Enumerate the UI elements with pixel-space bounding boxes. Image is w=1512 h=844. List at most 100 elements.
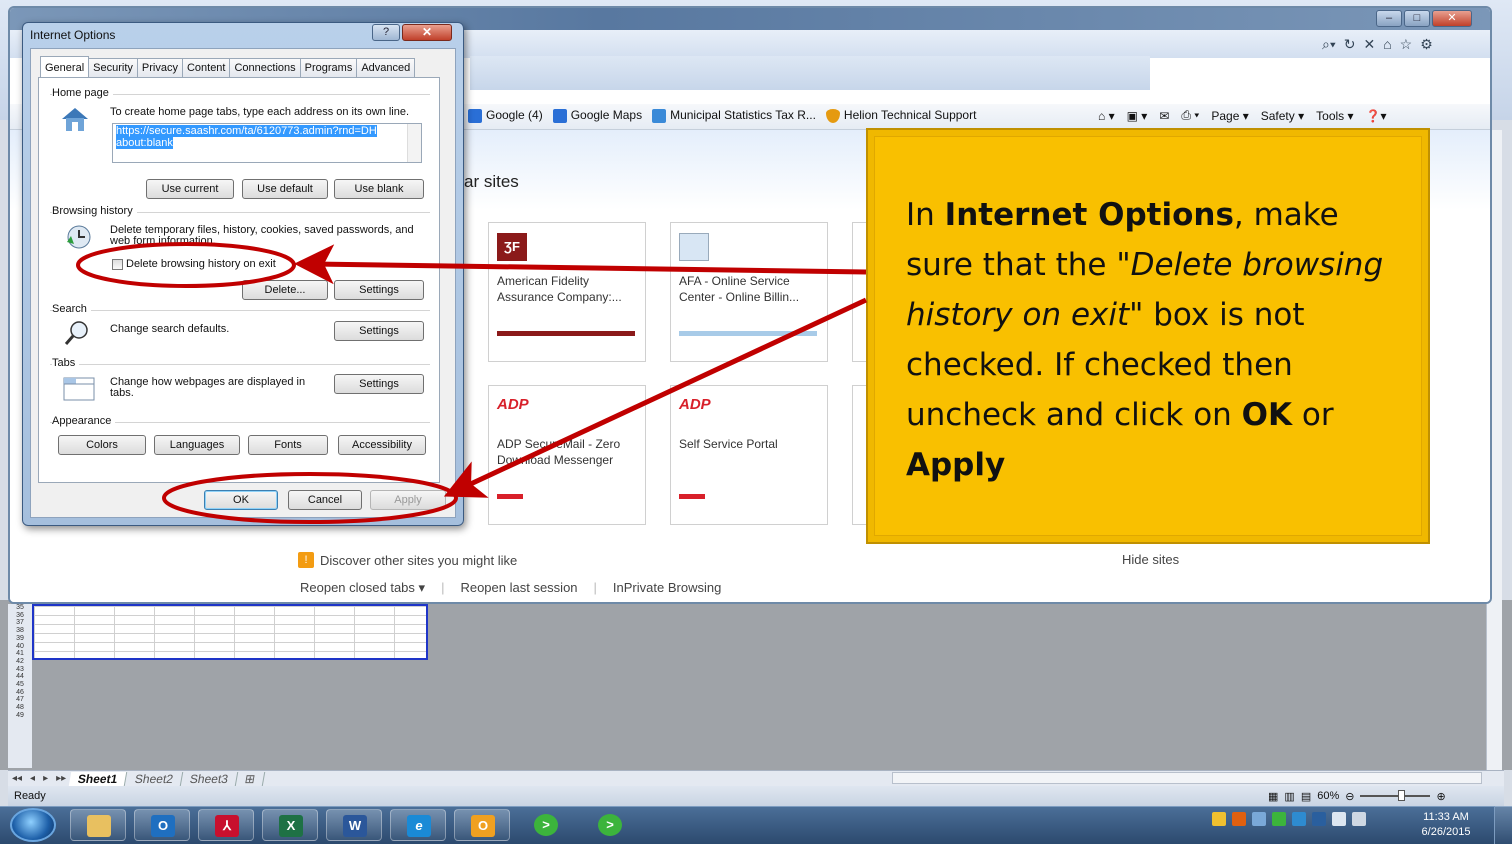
minimize-icon[interactable]: – (1376, 10, 1402, 27)
sheet-tab-1[interactable]: Sheet1 (68, 771, 128, 786)
maximize-icon[interactable]: □ (1404, 10, 1430, 27)
zoom-out-icon[interactable]: ⊖ (1345, 790, 1354, 803)
use-current-button[interactable]: Use current (146, 179, 234, 199)
search-icon[interactable]: ⌕▾ (1322, 36, 1336, 53)
taskbar-excel[interactable]: X (262, 809, 318, 841)
favorite-link-3[interactable]: Municipal Statistics Tax R... (652, 108, 816, 123)
close-icon[interactable]: ✕ (1432, 10, 1472, 27)
accessibility-button[interactable]: Accessibility (338, 435, 426, 455)
gear-icon[interactable]: ⚙ (1420, 36, 1433, 53)
tab-advanced[interactable]: Advanced (357, 58, 416, 78)
feeds-icon[interactable]: ▣ ▾ (1127, 109, 1148, 123)
taskbar-outlook-mail[interactable]: O (454, 809, 510, 841)
favorite-link-2[interactable]: Google Maps (552, 108, 642, 123)
speaker-icon[interactable] (1352, 812, 1366, 826)
row-number[interactable]: 40 (8, 643, 32, 651)
tab-general[interactable]: General (40, 56, 90, 78)
taskbar-media-2[interactable]: > (582, 809, 638, 841)
site-tile-4[interactable]: ADP Self Service Portal (670, 385, 828, 525)
row-number[interactable]: 49 (8, 712, 32, 720)
row-number[interactable]: 47 (8, 696, 32, 704)
tab-programs[interactable]: Programs (300, 58, 358, 78)
sheet-nav-prev-icon[interactable]: ◂ (30, 773, 35, 784)
tabs-settings-button[interactable]: Settings (334, 374, 424, 394)
selected-cell-range[interactable] (32, 604, 428, 660)
row-number[interactable]: 41 (8, 650, 32, 658)
row-number[interactable]: 46 (8, 689, 32, 697)
sheet-nav-last-icon[interactable]: ▸▸ (56, 773, 66, 784)
hide-sites-link[interactable]: Hide sites (1122, 552, 1179, 567)
normal-view-icon[interactable]: ▦ (1268, 790, 1278, 803)
zoom-slider-knob[interactable] (1398, 790, 1406, 801)
taskbar-clock[interactable]: 11:33 AM 6/26/2015 (1414, 810, 1478, 840)
delete-on-exit-checkbox[interactable] (112, 259, 123, 270)
tray-vpn-icon[interactable] (1312, 812, 1326, 826)
search-settings-button[interactable]: Settings (334, 321, 424, 341)
tray-flag-icon[interactable] (1332, 812, 1346, 826)
sheet-nav-next-icon[interactable]: ▸ (43, 773, 48, 784)
safety-menu[interactable]: Safety ▾ (1261, 109, 1304, 123)
help-icon[interactable]: ? (372, 24, 400, 41)
print-icon[interactable]: ⎙ ▾ (1181, 108, 1199, 123)
site-tile-3[interactable]: ADP ADP SecureMail - Zero Download Messe… (488, 385, 646, 525)
apply-button[interactable]: Apply (370, 490, 446, 510)
taskbar-media-1[interactable]: > (518, 809, 574, 841)
taskbar-internet-explorer[interactable]: e (390, 809, 446, 841)
site-tile-2[interactable]: AFA - Online Service Center - Online Bil… (670, 222, 828, 362)
fonts-button[interactable]: Fonts (248, 435, 328, 455)
show-desktop-button[interactable] (1494, 806, 1512, 844)
page-layout-icon[interactable]: ▥ (1284, 790, 1294, 803)
sheet-tab-3[interactable]: Sheet3 (180, 771, 238, 786)
taskbar-outlook[interactable]: O (134, 809, 190, 841)
reopen-closed-tabs-link[interactable]: Reopen closed tabs ▾ (300, 580, 425, 596)
favorites-star-icon[interactable]: ☆ (1400, 36, 1413, 53)
row-number[interactable]: 39 (8, 635, 32, 643)
help-icon[interactable]: ❓▾ (1366, 109, 1387, 123)
start-button[interactable] (10, 808, 56, 842)
discover-sites[interactable]: ! Discover other sites you might like (298, 552, 517, 568)
close-icon[interactable]: ✕ (402, 24, 452, 41)
use-blank-button[interactable]: Use blank (334, 179, 424, 199)
home-dropdown-icon[interactable]: ⌂ ▾ (1098, 109, 1115, 123)
textarea-scrollbar[interactable] (407, 124, 421, 162)
insert-sheet-icon[interactable]: ⊞ (235, 771, 265, 786)
tab-privacy[interactable]: Privacy (137, 58, 183, 78)
site-tile-1[interactable]: ƷF American Fidelity Assurance Company:.… (488, 222, 646, 362)
home-icon[interactable]: ⌂ (1383, 36, 1391, 53)
zoom-in-icon[interactable]: ⊕ (1436, 790, 1445, 803)
row-number[interactable]: 35 (8, 604, 32, 612)
delete-button[interactable]: Delete... (242, 280, 328, 300)
tray-office-icon[interactable] (1232, 812, 1246, 826)
refresh-icon[interactable]: ↻ (1344, 36, 1356, 53)
row-number[interactable]: 37 (8, 619, 32, 627)
history-settings-button[interactable]: Settings (334, 280, 424, 300)
inprivate-browsing-link[interactable]: InPrivate Browsing (613, 580, 721, 596)
zoom-slider[interactable] (1360, 790, 1431, 801)
mail-icon[interactable]: ✉ (1159, 109, 1169, 123)
tray-display-icon[interactable] (1292, 812, 1306, 826)
sheet-nav-first-icon[interactable]: ◂◂ (12, 773, 22, 784)
favorite-link-1[interactable]: Google (4) (468, 108, 543, 123)
tab-content[interactable]: Content (182, 58, 231, 78)
tray-mail-icon[interactable] (1212, 812, 1226, 826)
delete-on-exit-label[interactable]: Delete browsing history on exit (126, 258, 276, 270)
row-number[interactable]: 36 (8, 612, 32, 620)
favorite-link-4[interactable]: Helion Technical Support (825, 108, 976, 123)
tools-menu[interactable]: Tools ▾ (1316, 109, 1353, 123)
tray-network-icon[interactable] (1252, 812, 1266, 826)
tab-security[interactable]: Security (89, 58, 138, 78)
row-number[interactable]: 45 (8, 681, 32, 689)
stop-icon[interactable]: ✕ (1363, 36, 1375, 53)
languages-button[interactable]: Languages (154, 435, 240, 455)
row-number[interactable]: 38 (8, 627, 32, 635)
page-break-icon[interactable]: ▤ (1301, 790, 1311, 803)
taskbar-word[interactable]: W (326, 809, 382, 841)
row-number[interactable]: 48 (8, 704, 32, 712)
tab-connections[interactable]: Connections (230, 58, 301, 78)
cancel-button[interactable]: Cancel (288, 490, 362, 510)
zoom-level[interactable]: 60% (1317, 790, 1339, 802)
reopen-last-session-link[interactable]: Reopen last session (460, 580, 577, 596)
row-number[interactable]: 42 (8, 658, 32, 666)
row-number[interactable]: 43 (8, 666, 32, 674)
taskbar-acrobat[interactable]: ⅄ (198, 809, 254, 841)
